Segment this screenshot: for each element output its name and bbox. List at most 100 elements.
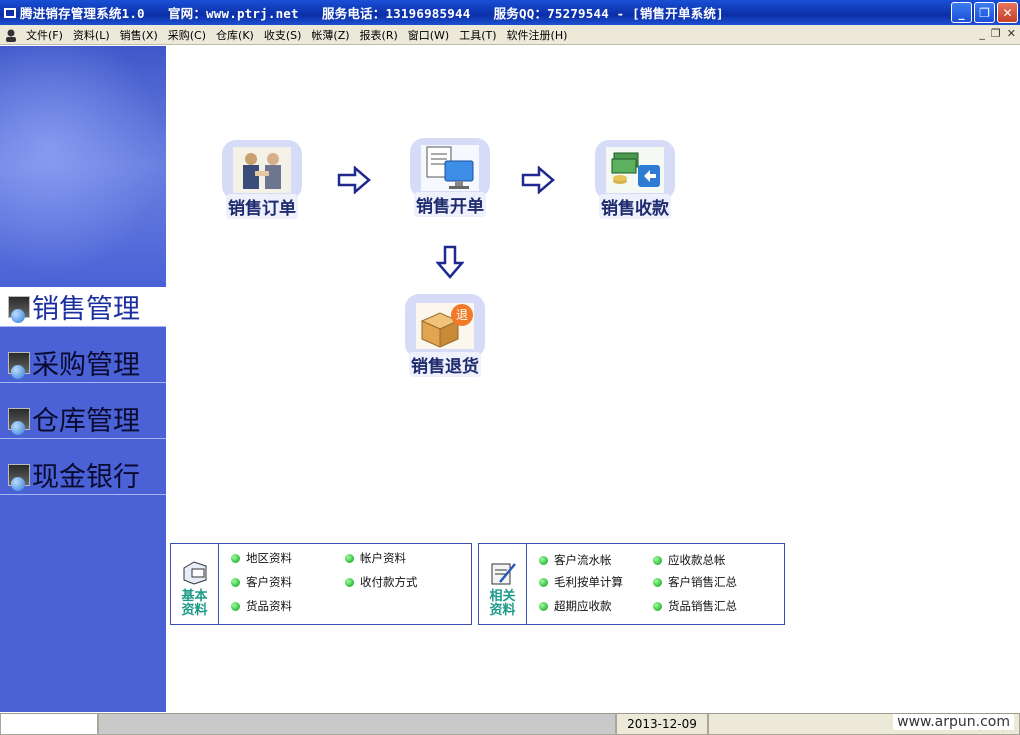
- green-dot-icon: [539, 578, 548, 587]
- link-customer-journal[interactable]: 客户流水帐: [539, 552, 612, 568]
- return-box-icon: 退: [416, 303, 474, 349]
- link-label: 收付款方式: [360, 574, 418, 590]
- window-title: 腾进销存管理系统1.0 官网：www.ptrj.net 服务电话：1319698…: [20, 3, 724, 22]
- sales-invoice-icon-box: [410, 138, 490, 198]
- related-data-links: 客户流水帐 应收款总帐 毛利按单计算 客户销售汇总 超期应收款 货品销售汇总: [527, 544, 784, 624]
- status-progress-area: [98, 713, 616, 735]
- menu-purchase[interactable]: 采购(C): [164, 27, 212, 43]
- sales-return-node[interactable]: 退 销售退货: [405, 294, 485, 377]
- link-region-data[interactable]: 地区资料: [231, 550, 292, 566]
- green-dot-icon: [231, 578, 240, 587]
- right-arrow-icon: [337, 166, 371, 194]
- menu-reports[interactable]: 报表(R): [356, 27, 404, 43]
- purchase-module-icon: [8, 352, 30, 374]
- link-customer-data[interactable]: 客户资料: [231, 574, 292, 590]
- menu-warehouse[interactable]: 仓库(K): [212, 27, 260, 43]
- sales-receipt-node[interactable]: 销售收款: [595, 140, 675, 219]
- sales-order-label: 销售订单: [226, 194, 298, 219]
- sidebar-item-sales[interactable]: 销售管理: [0, 287, 166, 327]
- green-dot-icon: [231, 554, 240, 563]
- green-dot-icon: [345, 554, 354, 563]
- notepad-pen-icon: [488, 560, 518, 586]
- menu-bar: 文件(F) 资料(L) 销售(X) 采购(C) 仓库(K) 收支(S) 帐薄(Z…: [0, 25, 1020, 45]
- basic-data-title-2: 资料: [181, 604, 207, 618]
- restore-button[interactable]: ❐: [974, 2, 995, 23]
- related-data-header: 相关 资料: [479, 544, 527, 624]
- related-data-panel: 相关 资料 客户流水帐 应收款总帐 毛利按单计算 客户销售汇总 超期应收款 货品…: [478, 543, 785, 625]
- link-account-data[interactable]: 帐户资料: [345, 550, 406, 566]
- status-bar: 2013-12-09 管理员: [0, 712, 1020, 735]
- green-dot-icon: [539, 556, 548, 565]
- sales-return-icon-box: 退: [405, 294, 485, 358]
- menu-data[interactable]: 资料(L): [69, 27, 116, 43]
- link-label: 客户流水帐: [554, 552, 612, 568]
- computer-document-icon: [421, 145, 479, 191]
- link-payment-method[interactable]: 收付款方式: [345, 574, 418, 590]
- sales-receipt-label: 销售收款: [599, 194, 671, 219]
- handshake-icon: [233, 147, 291, 193]
- mdi-close-button[interactable]: ✕: [1007, 27, 1016, 40]
- link-label: 货品资料: [246, 598, 292, 614]
- sales-module-icon: [8, 296, 30, 318]
- menu-sales[interactable]: 销售(X): [116, 27, 164, 43]
- sidebar-item-label: 现金银行: [32, 455, 140, 494]
- menu-tools[interactable]: 工具(T): [455, 27, 502, 43]
- mdi-restore-button[interactable]: ❐: [991, 27, 1001, 40]
- link-label: 毛利按单计算: [554, 574, 623, 590]
- related-data-title-1: 相关: [489, 590, 515, 604]
- link-label: 客户资料: [246, 574, 292, 590]
- user-icon: [3, 28, 19, 42]
- green-dot-icon: [539, 602, 548, 611]
- close-button[interactable]: ✕: [997, 2, 1018, 23]
- sales-order-icon-box: [222, 140, 302, 200]
- link-overdue-receivables[interactable]: 超期应收款: [539, 598, 612, 614]
- sidebar-item-warehouse[interactable]: 仓库管理: [0, 399, 166, 439]
- right-arrow-icon: [521, 166, 555, 194]
- mdi-minimize-button[interactable]: _: [979, 27, 985, 40]
- menu-register[interactable]: 软件注册(H): [503, 27, 574, 43]
- related-data-title-2: 资料: [489, 604, 515, 618]
- money-icon: [606, 147, 664, 193]
- link-goods-sales-summary[interactable]: 货品销售汇总: [653, 598, 737, 614]
- return-badge: 退: [456, 308, 468, 322]
- green-dot-icon: [653, 578, 662, 587]
- sales-invoice-node[interactable]: 销售开单: [410, 138, 490, 217]
- sidebar-item-purchase[interactable]: 采购管理: [0, 343, 166, 383]
- menu-ledger[interactable]: 帐薄(Z): [307, 27, 355, 43]
- green-dot-icon: [653, 556, 662, 565]
- minimize-button[interactable]: _: [951, 2, 972, 23]
- folder-window-icon: [180, 560, 210, 586]
- basic-data-title-1: 基本: [181, 590, 207, 604]
- basic-data-panel: 基本 资料 地区资料 帐户资料 客户资料 收付款方式 货品资料: [170, 543, 472, 625]
- menu-income-expense[interactable]: 收支(S): [260, 27, 308, 43]
- link-label: 地区资料: [246, 550, 292, 566]
- green-dot-icon: [653, 602, 662, 611]
- warehouse-module-icon: [8, 408, 30, 430]
- link-label: 帐户资料: [360, 550, 406, 566]
- link-gross-profit[interactable]: 毛利按单计算: [539, 574, 623, 590]
- menu-window[interactable]: 窗口(W): [404, 27, 455, 43]
- link-label: 超期应收款: [554, 598, 612, 614]
- sales-invoice-label: 销售开单: [414, 192, 486, 217]
- menu-file[interactable]: 文件(F): [22, 27, 69, 43]
- sales-return-label: 销售退货: [409, 352, 481, 377]
- link-customer-sales-summary[interactable]: 客户销售汇总: [653, 574, 737, 590]
- status-date: 2013-12-09: [616, 713, 708, 735]
- watermark-text: www.arpun.com: [893, 714, 1014, 730]
- link-label: 客户销售汇总: [668, 574, 737, 590]
- sales-order-node[interactable]: 销售订单: [222, 140, 302, 219]
- link-receivable-ledger[interactable]: 应收款总帐: [653, 552, 726, 568]
- link-label: 货品销售汇总: [668, 598, 737, 614]
- title-bar: 腾进销存管理系统1.0 官网：www.ptrj.net 服务电话：1319698…: [0, 0, 1020, 25]
- sidebar-gloss: [0, 46, 166, 276]
- cash-bank-module-icon: [8, 464, 30, 486]
- sidebar-item-cash-bank[interactable]: 现金银行: [0, 455, 166, 495]
- green-dot-icon: [345, 578, 354, 587]
- sidebar-item-label: 销售管理: [32, 287, 140, 326]
- link-label: 应收款总帐: [668, 552, 726, 568]
- green-dot-icon: [231, 602, 240, 611]
- basic-data-header: 基本 资料: [171, 544, 219, 624]
- link-goods-data[interactable]: 货品资料: [231, 598, 292, 614]
- down-arrow-icon: [436, 245, 464, 279]
- basic-data-links: 地区资料 帐户资料 客户资料 收付款方式 货品资料: [219, 544, 471, 624]
